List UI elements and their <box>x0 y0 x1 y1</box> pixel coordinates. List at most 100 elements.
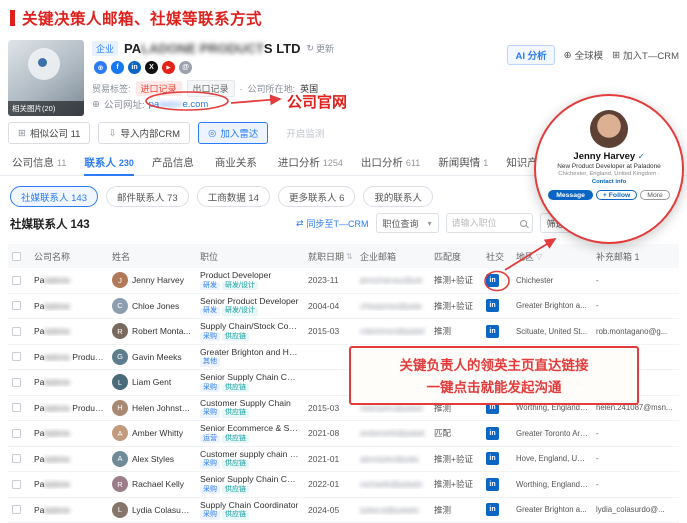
position-search-input[interactable] <box>452 218 516 228</box>
chip-social-contacts[interactable]: 社媒联系人 143 <box>10 186 98 207</box>
website-icon[interactable]: ⊕ <box>94 61 107 74</box>
message-button[interactable]: Message <box>548 190 593 200</box>
page-title-text: 关键决策人邮箱、社媒等联系方式 <box>22 7 262 29</box>
import-crm-button[interactable]: ⇩ 导入内部CRM <box>98 122 190 144</box>
position-search-box <box>446 213 533 233</box>
position-query-select[interactable]: 职位查询 ▾ <box>376 213 439 233</box>
table-row[interactable]: Paladone RRobert Monta... Supply Chain/S… <box>8 319 679 345</box>
tab-export-analysis[interactable]: 出口分析611 <box>361 150 420 176</box>
download-icon: ⇩ <box>108 128 116 139</box>
tab-products[interactable]: 产品信息 <box>152 150 197 176</box>
col-header-region: 地区▽ <box>512 250 592 263</box>
export-records-tag[interactable]: 出口记录 <box>187 80 235 97</box>
refresh-button[interactable]: ↻ 更新 <box>307 42 335 55</box>
row-checkbox[interactable] <box>12 352 21 361</box>
linkedin-icon[interactable]: in <box>486 274 499 287</box>
tab-business-relations[interactable]: 商业关系 <box>215 150 260 176</box>
contact-info-link[interactable]: Contact info <box>592 179 626 185</box>
linkedin-icon[interactable]: in <box>128 61 141 74</box>
avatar: R <box>112 476 128 492</box>
avatar: L <box>112 374 128 390</box>
website-url-link[interactable]: paladone.com <box>149 99 209 110</box>
linkedin-icon[interactable]: in <box>486 478 499 491</box>
tab-company-info[interactable]: 公司信息11 <box>12 150 66 176</box>
row-checkbox[interactable] <box>12 403 21 412</box>
email-icon[interactable]: @ <box>179 61 192 74</box>
action-buttons-row: ⊞ 相似公司 11 ⇩ 导入内部CRM ◎ 加入雷达 开启监测 <box>8 122 334 144</box>
table-row[interactable]: Paladone CChloe Jones Senior Product Dev… <box>8 294 679 320</box>
x-twitter-icon[interactable]: X <box>145 61 158 74</box>
similar-companies-button[interactable]: ⊞ 相似公司 11 <box>8 122 90 144</box>
tab-contacts[interactable]: 联系人230 <box>84 150 134 176</box>
add-to-radar-button[interactable]: ◎ 加入雷达 <box>198 122 268 144</box>
avatar: A <box>112 425 128 441</box>
filter-icon[interactable]: ▽ <box>536 252 542 261</box>
col-header-position: 职位 <box>196 250 304 263</box>
more-button[interactable]: More <box>640 190 670 200</box>
company-name-row: 企业 PALADONE PRODUCTS LTD ↻ 更新 <box>92 41 334 56</box>
company-name: PALADONE PRODUCTS LTD <box>124 41 300 56</box>
linkedin-icon[interactable]: in <box>486 299 499 312</box>
col-header-email: 企业邮箱 <box>356 250 430 263</box>
sync-icon: ⇄ <box>296 218 304 229</box>
radar-icon: ◎ <box>208 128 216 139</box>
select-all-checkbox[interactable] <box>12 252 21 261</box>
global-mode-button[interactable]: ⊕ 全球模 <box>564 48 603 62</box>
refresh-icon: ↻ <box>307 43 315 54</box>
page-title: 关键决策人邮箱、社媒等联系方式 <box>10 7 262 29</box>
import-records-tag[interactable]: 进口记录 <box>136 81 182 96</box>
related-images-caption[interactable]: 相关图片(20) <box>8 101 84 116</box>
table-row[interactable]: Paladone LLydia Colasurdo Supply Chain C… <box>8 498 679 523</box>
search-icon[interactable] <box>520 220 527 227</box>
avatar: H <box>112 400 128 416</box>
row-checkbox[interactable] <box>12 327 21 336</box>
youtube-icon[interactable]: ▶ <box>162 61 175 74</box>
company-photo-thumbnail[interactable]: 相关图片(20) <box>8 40 84 116</box>
profile-name: Jenny Harvey ✓ <box>573 151 644 162</box>
grid-icon: ⊞ <box>18 128 26 139</box>
sync-to-crm-toggle[interactable]: ⇄ 同步至T—CRM <box>296 217 369 230</box>
facebook-icon[interactable]: f <box>111 61 124 74</box>
linkedin-icon[interactable]: in <box>486 325 499 338</box>
profile-avatar <box>590 110 628 148</box>
row-checkbox[interactable] <box>12 378 21 387</box>
row-checkbox[interactable] <box>12 276 21 285</box>
website-row: ⊕ 公司网址: paladone.com <box>92 97 208 111</box>
annotation-line1: 关键负责人的领英主页直达链接 <box>351 355 637 377</box>
company-website-callout: 公司官网 <box>287 91 347 112</box>
chip-registry-data[interactable]: 工商数据 14 <box>197 186 270 207</box>
title-accent-bar <box>10 10 15 26</box>
row-checkbox[interactable] <box>12 301 21 310</box>
start-monitoring-button[interactable]: 开启监测 <box>276 122 334 144</box>
tab-news[interactable]: 新闻舆情1 <box>438 150 488 176</box>
sort-icon[interactable]: ⇅ <box>346 252 353 261</box>
globe-icon: ⊕ <box>564 50 572 61</box>
linkedin-icon[interactable]: in <box>486 452 499 465</box>
ai-analysis-button[interactable]: AI 分析 <box>507 45 554 65</box>
row-checkbox[interactable] <box>12 429 21 438</box>
table-row[interactable]: Paladone AAlex Styles Customer supply ch… <box>8 447 679 473</box>
table-row[interactable]: Paladone RRachael Kelly Senior Supply Ch… <box>8 472 679 498</box>
company-name-prefix: PA <box>124 41 141 56</box>
profile-location: Chichester, England, United Kingdom · Co… <box>550 171 668 186</box>
chip-email-contacts[interactable]: 邮件联系人 73 <box>106 186 189 207</box>
chip-more-contacts[interactable]: 更多联系人 6 <box>278 186 355 207</box>
table-row[interactable]: Paladone AAmber Whitty Senior Ecommerce … <box>8 421 679 447</box>
col-header-name: 姓名 <box>108 250 196 263</box>
follow-button[interactable]: + Follow <box>596 190 637 200</box>
linkedin-icon[interactable]: in <box>486 503 499 516</box>
table-header: 公司名称 姓名 职位 就职日期⇅ 企业邮箱 匹配度 社交 地区▽ 补充邮箱 1 <box>8 244 679 268</box>
join-tcrm-button[interactable]: ⊞ 加入T—CRM <box>612 48 679 62</box>
chip-my-contacts[interactable]: 我的联系人 <box>363 186 433 207</box>
separator-dot: · <box>240 84 243 94</box>
row-checkbox[interactable] <box>12 505 21 514</box>
row-checkbox[interactable] <box>12 480 21 489</box>
linkedin-icon[interactable]: in <box>486 427 499 440</box>
avatar: A <box>112 451 128 467</box>
top-right-buttons: AI 分析 ⊕ 全球模 ⊞ 加入T—CRM <box>507 45 679 65</box>
profile-buttons: Message + Follow More <box>548 190 670 200</box>
tab-import-analysis[interactable]: 进口分析1254 <box>278 150 343 176</box>
row-checkbox[interactable] <box>12 454 21 463</box>
table-row[interactable]: Paladone JJenny Harvey Product Developer… <box>8 268 679 294</box>
profile-title: New Product Developer at Paladone <box>557 163 660 170</box>
